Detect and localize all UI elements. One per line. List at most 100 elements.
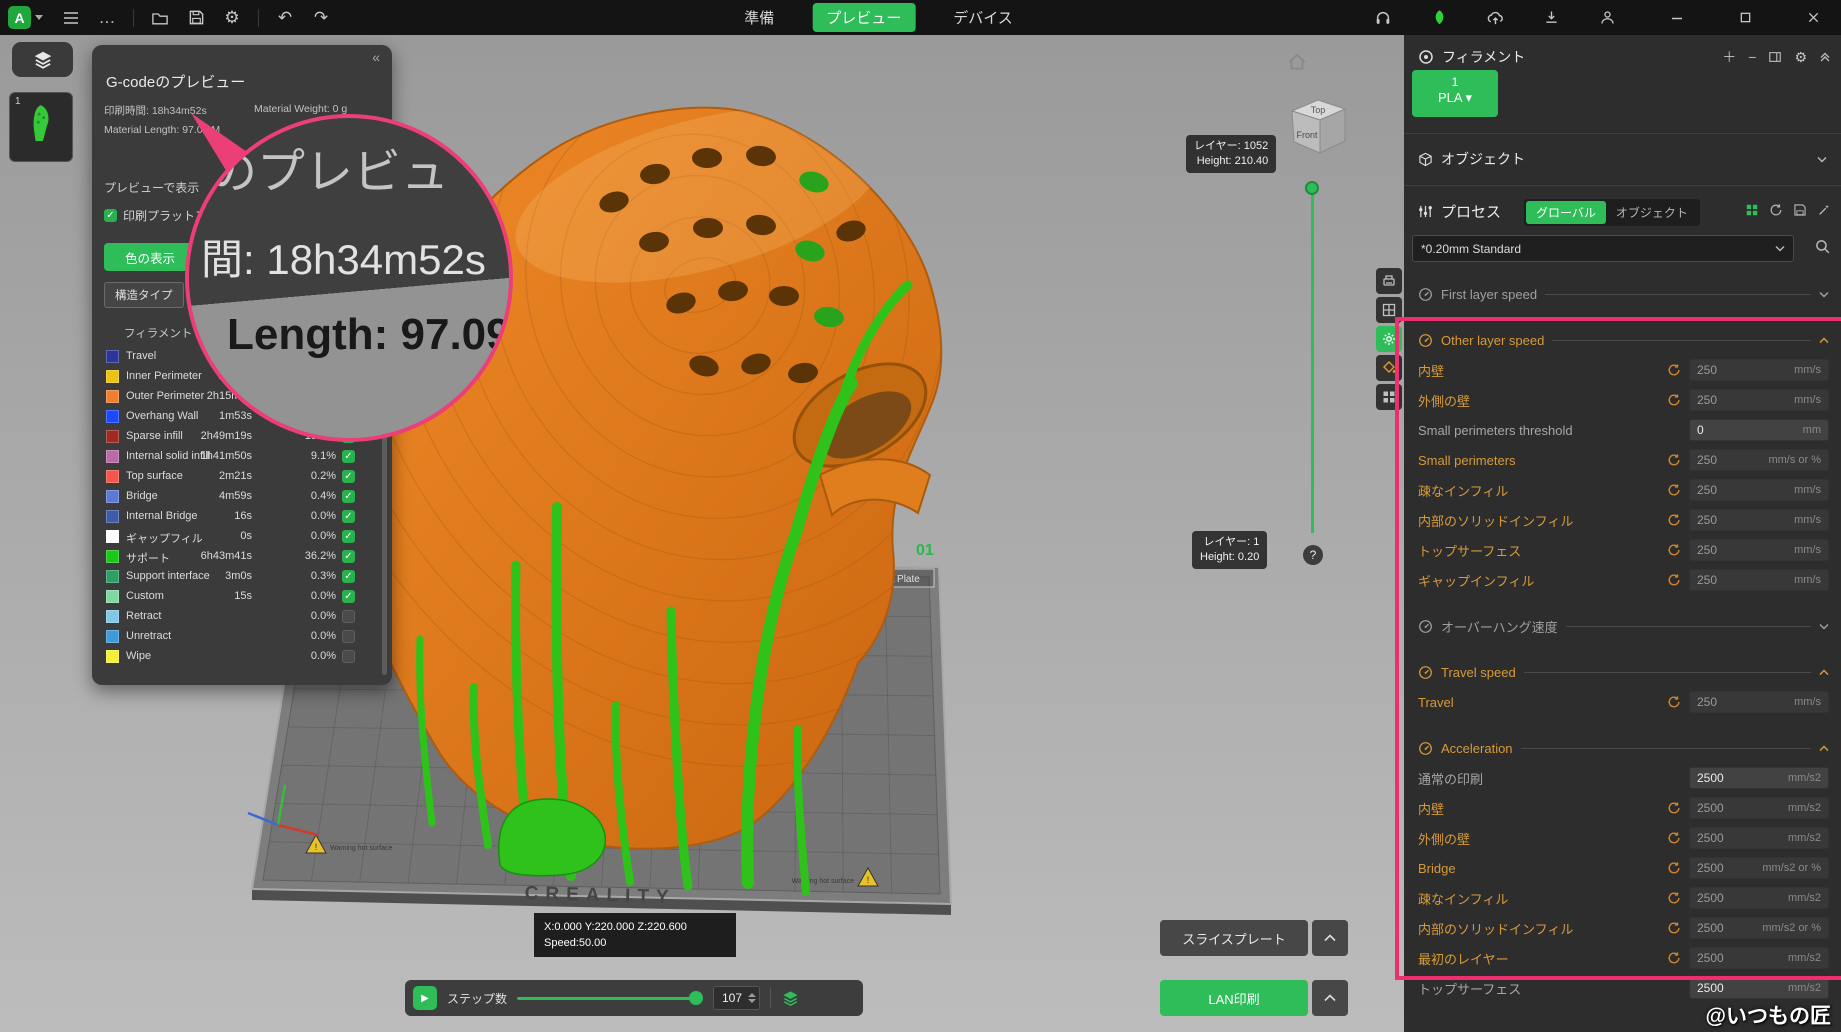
save-icon[interactable] [184, 6, 208, 30]
reset-icon[interactable] [1667, 695, 1681, 709]
reset-icon[interactable] [1667, 891, 1681, 905]
settings-icon[interactable]: ⚙ [220, 6, 244, 30]
reset-icon[interactable] [1667, 363, 1681, 377]
object-header[interactable]: オブジェクト [1418, 149, 1827, 169]
legend-checkbox[interactable] [342, 650, 355, 663]
param-field[interactable]: 0mm [1689, 419, 1829, 441]
slice-options-button[interactable] [1312, 920, 1348, 956]
reset-icon[interactable] [1667, 453, 1681, 467]
filament-settings-icon[interactable]: ⚙ [1794, 49, 1807, 66]
reset-icon[interactable] [1667, 831, 1681, 845]
chevron-up-icon[interactable] [1819, 337, 1829, 344]
legend-checkbox[interactable]: ✓ [342, 350, 355, 363]
checkbox-icon[interactable]: ✓ [104, 209, 117, 222]
section-header[interactable]: オーバーハング速度 [1418, 611, 1829, 641]
remove-filament-icon[interactable]: − [1748, 49, 1756, 65]
user-icon[interactable] [1595, 6, 1619, 30]
param-field[interactable]: 250mm/s or % [1689, 449, 1829, 471]
layer-slider-track[interactable] [1311, 193, 1314, 533]
play-button[interactable]: ▶ [413, 986, 437, 1010]
leaf-icon[interactable] [1427, 6, 1451, 30]
view-cube[interactable]: Top Front [1282, 91, 1354, 174]
legend-checkbox[interactable]: ✓ [342, 570, 355, 583]
app-logo-menu[interactable]: A [8, 6, 43, 29]
layers-view-icon[interactable] [781, 989, 800, 1008]
layers-panel-button[interactable] [12, 42, 73, 77]
layer-slider-handle[interactable] [1305, 181, 1319, 195]
param-field[interactable]: 2500mm/s2 [1689, 767, 1829, 789]
reset-icon[interactable] [1667, 573, 1681, 587]
reset-icon[interactable] [1667, 801, 1681, 815]
support-headset-icon[interactable] [1371, 6, 1395, 30]
wand-icon[interactable] [1817, 203, 1831, 217]
param-field[interactable]: 2500mm/s2 or % [1689, 917, 1829, 939]
legend-checkbox[interactable]: ✓ [342, 590, 355, 603]
scope-グローバル[interactable]: グローバル [1526, 201, 1606, 224]
close-button[interactable] [1801, 6, 1825, 30]
param-field[interactable]: 250mm/s [1689, 389, 1829, 411]
legend-checkbox[interactable]: ✓ [342, 450, 355, 463]
section-header[interactable]: Other layer speed [1418, 325, 1829, 355]
settings-tool-button[interactable] [1376, 326, 1402, 352]
slice-plate-button[interactable]: スライスプレート [1160, 920, 1308, 956]
maximize-button[interactable] [1733, 6, 1757, 30]
section-header[interactable]: First layer speed [1418, 279, 1829, 309]
more-icon[interactable]: … [95, 6, 119, 30]
stepper-arrows[interactable] [748, 993, 756, 1003]
param-field[interactable]: 2500mm/s2 [1689, 797, 1829, 819]
param-grid-icon[interactable] [1745, 203, 1759, 217]
legend-checkbox[interactable]: ✓ [342, 490, 355, 503]
chevron-up-icon[interactable] [1819, 745, 1829, 752]
panel-icon[interactable] [1768, 50, 1782, 64]
param-field[interactable]: 250mm/s [1689, 691, 1829, 713]
help-button[interactable]: ? [1303, 545, 1323, 565]
add-filament-icon[interactable]: ＋ [1722, 47, 1736, 67]
undo-icon[interactable]: ↶ [273, 6, 297, 30]
minimize-button[interactable] [1665, 6, 1689, 30]
chevron-up-icon[interactable] [1819, 669, 1829, 676]
param-field[interactable]: 250mm/s [1689, 509, 1829, 531]
open-file-icon[interactable] [148, 6, 172, 30]
section-header[interactable]: Acceleration [1418, 733, 1829, 763]
filament-slot-button[interactable]: 1 PLA ▾ [1412, 70, 1498, 117]
reset-icon[interactable] [1667, 543, 1681, 557]
param-field[interactable]: 250mm/s [1689, 479, 1829, 501]
reset-icon[interactable] [1667, 393, 1681, 407]
save-preset-icon[interactable] [1793, 203, 1807, 217]
download-icon[interactable] [1539, 6, 1563, 30]
cloud-upload-icon[interactable] [1483, 6, 1507, 30]
param-field[interactable]: 2500mm/s2 [1689, 977, 1829, 999]
collapse-all-icon[interactable] [1819, 51, 1831, 63]
apps-tool-button[interactable] [1376, 384, 1402, 410]
param-field[interactable]: 2500mm/s2 [1689, 827, 1829, 849]
legend-tab-structure[interactable]: 構造タイプ [104, 282, 184, 308]
legend-checkbox[interactable] [342, 610, 355, 623]
reset-icon[interactable] [1667, 483, 1681, 497]
layout-tool-button[interactable] [1376, 297, 1402, 323]
param-field[interactable]: 250mm/s [1689, 359, 1829, 381]
chevron-down-icon[interactable] [1819, 623, 1829, 630]
legend-checkbox[interactable]: ✓ [342, 510, 355, 523]
menu-icon[interactable] [59, 6, 83, 30]
legend-checkbox[interactable]: ✓ [342, 470, 355, 483]
legend-checkbox[interactable]: ✓ [342, 410, 355, 423]
legend-checkbox[interactable]: ✓ [342, 530, 355, 543]
step-slider[interactable] [517, 991, 703, 1005]
legend-checkbox[interactable]: ✓ [342, 430, 355, 443]
collapse-panel-icon[interactable]: « [372, 49, 380, 65]
reset-icon[interactable] [1667, 951, 1681, 965]
legend-checkbox[interactable]: ✓ [342, 390, 355, 403]
scope-オブジェクト[interactable]: オブジェクト [1606, 201, 1698, 224]
legend-checkbox[interactable]: ✓ [342, 550, 355, 563]
tab-準備[interactable]: 準備 [730, 3, 788, 32]
param-field[interactable]: 2500mm/s2 [1689, 947, 1829, 969]
redo-icon[interactable]: ↷ [309, 6, 333, 30]
legend-checkbox[interactable]: ✓ [342, 370, 355, 383]
param-field[interactable]: 2500mm/s2 [1689, 887, 1829, 909]
scrollbar[interactable] [382, 345, 387, 675]
color-scheme-button[interactable]: 色の表示 [104, 243, 196, 271]
chevron-down-icon[interactable] [1819, 291, 1829, 298]
lan-print-button[interactable]: LAN印刷 [1160, 980, 1308, 1016]
tab-プレビュー[interactable]: プレビュー [812, 3, 915, 32]
param-field[interactable]: 250mm/s [1689, 569, 1829, 591]
